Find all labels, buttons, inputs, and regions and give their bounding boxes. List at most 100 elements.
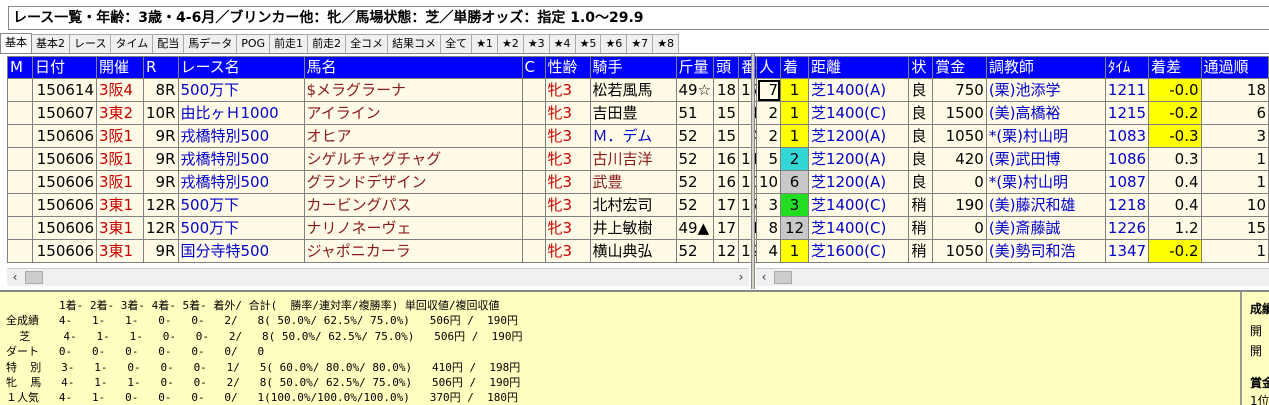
tab-3[interactable]: タイム [111, 34, 154, 53]
grid-splitter[interactable] [751, 54, 755, 289]
cell-sex: 牝3 [544, 147, 591, 171]
table-row[interactable]: 2 1 芝1200(A) 良 1050 *(栗)村山明 1083 -0.3 3 [755, 124, 1269, 148]
tab-11[interactable]: 全て [441, 34, 473, 53]
table-row[interactable]: 1506063東112R500万下カービングパス牝3北村宏司521717 [7, 193, 764, 217]
scroll-thumb[interactable] [25, 271, 43, 284]
column-header[interactable]: 状 [908, 56, 934, 79]
tab-9[interactable]: 全コメ [346, 34, 389, 53]
table-row[interactable]: 150606 3阪1 9R 戎橋特別500 オヒア 牝3 Ｍ．デム 52 15 4 [7, 124, 764, 148]
cell-place: 1 [780, 239, 809, 263]
side-panel-title-2: 賞金 [1250, 376, 1269, 390]
cell-r: 12R [143, 216, 179, 240]
table-row[interactable]: 2 1 芝1400(C) 良 1500 (美)高橋裕 1215 -0.2 6 [755, 101, 1269, 125]
table-row[interactable]: 5 2 芝1200(A) 良 420 (栗)武田博 1086 0.3 1 [755, 147, 1269, 171]
tab-6[interactable]: POG [237, 34, 271, 53]
table-row[interactable]: 4 1 芝1600(C) 稍 1050 (美)勢司和浩 1347 -0.2 1 [755, 239, 1269, 263]
tab-17[interactable]: ★6 [601, 34, 628, 53]
table-row[interactable]: 1506143阪48R500万下$メラグラーナ牝3松若風馬49☆1817 [7, 78, 764, 102]
tab-1[interactable]: 基本2 [32, 34, 70, 53]
cell-venue: 3東1 [96, 193, 144, 217]
cell-date: 150607 [32, 101, 97, 125]
column-header[interactable]: R [143, 56, 179, 79]
column-header[interactable]: M [7, 56, 33, 79]
side-panel-line: 開 [1250, 344, 1263, 358]
column-header[interactable]: 距離 [807, 56, 910, 79]
right-horizontal-scrollbar[interactable]: ‹ [756, 268, 1269, 286]
cell-prize: 1050 [932, 239, 987, 263]
column-header[interactable]: 斤量 [675, 56, 715, 79]
table-row[interactable]: 1506063阪19R戎橋特別500シゲルチャグチャグ牝3古川吉洋521611 [7, 147, 764, 171]
table-row[interactable]: 1506063東19R国分寺特500ジャポニカーラ牝3横山典弘521212 [7, 239, 764, 263]
cell-place: 1 [780, 78, 809, 102]
table-row[interactable]: 8 12 芝1400(C) 稍 0 (美)斎藤誠 1226 1.2 15 [755, 216, 1269, 240]
cell-m [7, 124, 33, 148]
column-header[interactable]: 賞金 [932, 56, 987, 79]
column-header[interactable]: 着 [780, 56, 809, 79]
column-header[interactable]: 馬名 [303, 56, 523, 79]
tab-10[interactable]: 結果コメ [388, 34, 442, 53]
cell-pop: 2 [755, 124, 782, 148]
column-header[interactable]: 頭 [713, 56, 740, 79]
table-row[interactable]: 1506063阪19R戎橋特別500グランドデザイン牝3武豊521610 [7, 170, 764, 194]
cell-heads: 17 [713, 216, 740, 240]
column-header[interactable]: 日付 [32, 56, 97, 79]
tab-0[interactable]: 基本 [0, 33, 32, 53]
cell-horse: ジャポニカーラ [303, 239, 523, 263]
scroll-left-arrow-icon[interactable]: ‹ [756, 269, 772, 286]
table-row[interactable]: 150607 3東2 10R 由比ヶＨ1000 アイライン 牝3 吉田豊 51 15 1 [7, 101, 764, 125]
column-header[interactable]: 調教師 [985, 56, 1106, 79]
left-horizontal-scrollbar[interactable]: ‹ › [7, 268, 749, 286]
side-summary-panel: 成績 開 開 賞金 1位 [1240, 290, 1269, 405]
cell-c [521, 101, 546, 125]
column-header[interactable]: ﾀｲﾑ [1104, 56, 1150, 79]
tab-19[interactable]: ★8 [653, 34, 680, 53]
tab-14[interactable]: ★3 [523, 34, 550, 53]
cell-cond: 良 [908, 78, 934, 102]
table-row[interactable]: 3 3 芝1400(C) 稍 190 (美)藤沢和雄 1218 0.4 10 [755, 193, 1269, 217]
tab-15[interactable]: ★4 [549, 34, 576, 53]
cell-jockey: 吉田豊 [589, 101, 677, 125]
cell-pass: 1 [1200, 170, 1269, 194]
cell-venue: 3阪1 [96, 147, 144, 171]
column-header[interactable]: 人 [755, 56, 782, 79]
cell-cond: 稍 [908, 239, 934, 263]
tab-12[interactable]: ★1 [472, 34, 498, 53]
cell-race: 500万下 [177, 193, 305, 217]
side-panel-title: 成績 [1250, 302, 1269, 316]
column-header[interactable]: C [521, 56, 546, 79]
column-header[interactable]: 開催 [96, 56, 144, 79]
cell-race: 由比ヶＨ1000 [177, 101, 305, 125]
column-header[interactable]: 着差 [1148, 56, 1202, 79]
cell-jockey: 武豊 [589, 170, 677, 194]
cell-prize: 1500 [932, 101, 987, 125]
cell-c [521, 124, 546, 148]
tab-13[interactable]: ★2 [497, 34, 524, 53]
column-header[interactable]: 騎手 [589, 56, 677, 79]
tab-7[interactable]: 前走1 [270, 34, 309, 53]
cell-cond: 良 [908, 147, 934, 171]
scroll-left-arrow-icon[interactable]: ‹ [7, 269, 23, 286]
column-header[interactable]: 性齢 [544, 56, 591, 79]
cell-place: 1 [780, 101, 809, 125]
table-row[interactable]: 150606 3東1 12R 500万下 ナリノネーヴェ 牝3 井上敏樹 49▲ 17 1 [7, 216, 764, 240]
table-row[interactable]: 7 1 芝1400(A) 良 750 (栗)池添学 1211 -0.0 18 [755, 78, 1269, 102]
cell-cond: 良 [908, 124, 934, 148]
table-row[interactable]: 10 6 芝1200(A) 良 0 *(栗)村山明 1087 0.4 1 [755, 170, 1269, 194]
tab-8[interactable]: 前走2 [308, 34, 347, 53]
tab-18[interactable]: ★7 [627, 34, 654, 53]
cell-pass: 18 [1200, 78, 1269, 102]
column-header[interactable]: 通過順 [1200, 56, 1269, 79]
tab-16[interactable]: ★5 [575, 34, 602, 53]
tab-bar: 基本 基本2 レース タイム 配当 馬データ POG 前走1 前走2 全コメ 結果コメ 全て ★1 ★2 ★… [0, 33, 680, 53]
cell-r: 12R [143, 193, 179, 217]
cell-diff: -0.3 [1148, 124, 1202, 148]
scroll-right-arrow-icon[interactable]: › [733, 269, 749, 286]
column-header[interactable]: レース名 [177, 56, 305, 79]
tab-2[interactable]: レース [70, 34, 112, 53]
cell-venue: 3東1 [96, 239, 144, 263]
cell-jockey: Ｍ．デム [589, 124, 677, 148]
tab-4[interactable]: 配当 [153, 34, 185, 53]
cell-m [7, 239, 33, 263]
scroll-thumb[interactable] [774, 271, 792, 284]
tab-5[interactable]: 馬データ [184, 34, 238, 53]
